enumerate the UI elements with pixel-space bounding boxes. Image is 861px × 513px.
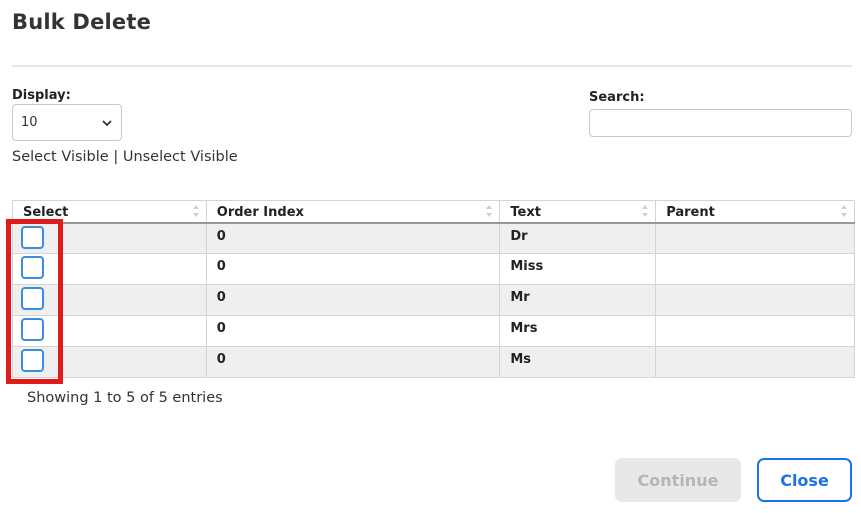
- text-cell: Ms: [499, 346, 657, 378]
- row-checkbox[interactable]: [21, 349, 44, 372]
- title-divider: [12, 65, 852, 67]
- order-index-cell: 0: [205, 253, 501, 285]
- table-row: 0 Dr: [12, 222, 855, 254]
- text-cell: Miss: [499, 253, 657, 285]
- display-label: Display:: [12, 88, 71, 103]
- text-cell: Mrs: [499, 315, 657, 347]
- order-index-cell: 0: [205, 222, 501, 254]
- search-label: Search:: [589, 90, 645, 105]
- select-cell: [12, 284, 207, 316]
- bulk-delete-table: Select Order Index Text Parent 0 Dr 0 Mi…: [12, 200, 855, 378]
- order-index-cell: 0: [205, 346, 501, 378]
- select-cell: [12, 253, 207, 285]
- order-index-cell: 0: [205, 315, 501, 347]
- search-input[interactable]: [589, 109, 852, 137]
- column-header-label: Parent: [666, 204, 715, 220]
- text-cell: Dr: [499, 222, 657, 254]
- row-checkbox[interactable]: [21, 318, 44, 341]
- parent-cell: [655, 284, 855, 316]
- parent-cell: [655, 346, 855, 378]
- unselect-visible-link[interactable]: Unselect Visible: [123, 149, 238, 165]
- chevron-down-icon: [102, 119, 112, 126]
- row-checkbox[interactable]: [21, 287, 44, 310]
- parent-cell: [655, 222, 855, 254]
- selection-separator: |: [108, 149, 123, 165]
- display-select[interactable]: 10: [12, 104, 122, 141]
- select-cell: [12, 315, 207, 347]
- close-button[interactable]: Close: [757, 458, 852, 502]
- dialog-title: Bulk Delete: [12, 10, 152, 34]
- sort-icon: [841, 205, 847, 217]
- column-header-label: Text: [510, 204, 541, 220]
- parent-cell: [655, 253, 855, 285]
- table-row: 0 Ms: [12, 346, 855, 378]
- column-header-select[interactable]: Select: [12, 200, 207, 224]
- column-header-label: Order Index: [216, 204, 304, 220]
- select-cell: [12, 222, 207, 254]
- selection-links: Select Visible | Unselect Visible: [12, 149, 238, 165]
- text-cell: Mr: [499, 284, 657, 316]
- column-header-order-index[interactable]: Order Index: [205, 200, 501, 224]
- row-checkbox[interactable]: [21, 225, 44, 249]
- table-row: 0 Mrs: [12, 315, 855, 347]
- display-value: 10: [21, 115, 38, 130]
- column-header-label: Select: [23, 204, 69, 220]
- select-visible-link[interactable]: Select Visible: [12, 149, 109, 165]
- parent-cell: [655, 315, 855, 347]
- continue-button[interactable]: Continue: [615, 458, 741, 502]
- sort-icon: [642, 205, 649, 217]
- table-row: 0 Miss: [12, 253, 855, 285]
- table-row: 0 Mr: [12, 284, 855, 316]
- sort-icon: [192, 205, 199, 217]
- sort-icon: [486, 205, 493, 217]
- column-header-text[interactable]: Text: [499, 200, 657, 224]
- order-index-cell: 0: [205, 284, 501, 316]
- column-header-parent[interactable]: Parent: [655, 200, 855, 224]
- entries-info: Showing 1 to 5 of 5 entries: [27, 390, 223, 406]
- select-cell: [12, 346, 207, 378]
- row-checkbox[interactable]: [21, 256, 44, 279]
